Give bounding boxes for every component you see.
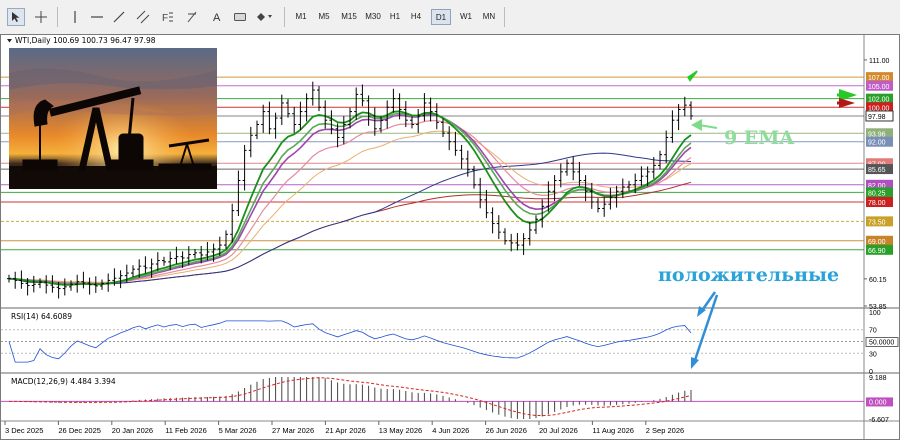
time-tick-label: 21 Apr 2026 (325, 426, 365, 435)
level-price-label: 73.50 (868, 219, 886, 226)
shapes-dropdown-icon[interactable] (254, 8, 278, 26)
macd-tick-label: 9.188 (869, 375, 887, 382)
time-tick-label: 20 Jan 2026 (112, 426, 153, 435)
equidistant-channel-icon[interactable] (134, 8, 152, 26)
level-price-label: 92.00 (868, 140, 886, 147)
chart-window[interactable]: WTI,Daily 100.69 100.73 96.47 97.98 107.… (0, 34, 900, 440)
text-icon[interactable]: A (208, 8, 226, 26)
time-tick-label: 26 Jun 2026 (486, 426, 527, 435)
timeframe-m1[interactable]: M1 (292, 9, 310, 25)
level-price-label: 105.00 (868, 84, 890, 91)
toolbar-separator (57, 7, 58, 27)
chart-title: WTI,Daily 100.69 100.73 96.47 97.98 (15, 36, 156, 45)
timeframe-m30[interactable]: M30 (362, 9, 384, 25)
time-tick-label: 2 Sep 2026 (646, 426, 684, 435)
price-tick-label: 60.15 (869, 277, 887, 284)
timeframe-h4[interactable]: H4 (407, 9, 425, 25)
level-price-label: 78.00 (868, 200, 886, 207)
level-price-label: 80.25 (868, 190, 886, 197)
macd-tick-label: -6.607 (869, 417, 889, 424)
toolbar-separator (504, 7, 505, 27)
drawing-toolbar: F A M1 M5 M15 M30 H1 H4 D1 W1 MN (0, 0, 900, 35)
rsi-label: RSI(14) 64.6089 (11, 312, 72, 321)
time-tick-label: 26 Dec 2025 (58, 426, 101, 435)
svg-text:F: F (162, 13, 168, 24)
timeframe-w1[interactable]: W1 (456, 9, 476, 25)
sma-red-line (8, 181, 692, 285)
label-rect-icon[interactable] (231, 8, 249, 26)
price-tick-label: 111.00 (869, 58, 889, 65)
ema-annotation-label: 9 EMA (724, 127, 794, 149)
price-axis: 107.00105.00102.00100.0097.9893.9692.008… (864, 58, 894, 311)
svg-text:A: A (213, 12, 221, 23)
level-price-label: 85.65 (868, 167, 886, 174)
time-tick-label: 27 Mar 2026 (272, 426, 314, 435)
time-tick-label: 11 Feb 2026 (165, 426, 207, 435)
timeframe-d1[interactable]: D1 (431, 9, 451, 25)
timeframe-m5[interactable]: M5 (314, 9, 334, 25)
timeframe-m15[interactable]: M15 (338, 9, 360, 25)
time-tick-label: 5 Mar 2026 (219, 426, 257, 435)
fibonacci-icon[interactable]: F (158, 8, 176, 26)
time-tick-label: 13 May 2026 (379, 426, 422, 435)
macd-tick-label: 0.000 (869, 399, 887, 406)
time-tick-label: 11 Aug 2026 (592, 426, 634, 435)
chart-menu-arrow-icon[interactable] (7, 39, 12, 43)
time-tick-label: 4 Jun 2026 (432, 426, 469, 435)
time-axis: 3 Dec 2025 26 Dec 2025 20 Jan 2026 11 Feb 2… (4, 421, 684, 435)
vertical-line-icon[interactable] (66, 8, 84, 26)
rsi-tick-label: 70 (869, 328, 877, 335)
level-price-label: 97.98 (868, 114, 886, 121)
positive-annotation-label: положительные (658, 264, 839, 286)
rsi-tick-label: 100 (869, 310, 881, 317)
rsi-tick-label: 50.0000 (869, 340, 894, 347)
timeframe-mn[interactable]: MN (479, 9, 499, 25)
oil-pump-photo (9, 48, 217, 189)
macd-label: MACD(12,26,9) 4.484 3.394 (11, 377, 116, 386)
rsi-pane: RSI(14) 64.6089 1007050.0000300 (1, 310, 899, 376)
timeframe-h1[interactable]: H1 (386, 9, 404, 25)
text-label-icon[interactable] (183, 8, 201, 26)
level-price-label: 69.00 (868, 239, 886, 246)
terminal-window: F A M1 M5 M15 M30 H1 H4 D1 W1 MN WTI,Dai… (0, 0, 900, 440)
blue-arrow-icon (691, 357, 699, 369)
time-tick-label: 20 Jul 2026 (539, 426, 578, 435)
time-tick-label: 3 Dec 2025 (5, 426, 43, 435)
crosshair-icon[interactable] (32, 8, 50, 26)
cursor-arrow-icon[interactable] (7, 8, 25, 26)
macd-pane: MACD(12,26,9) 4.484 3.394 9.188 0.000 -6.60… (1, 375, 893, 424)
level-price-label: 66.90 (868, 248, 886, 255)
horizontal-line-icon[interactable] (88, 8, 106, 26)
trend-line-icon[interactable] (110, 8, 128, 26)
toolbar-separator (284, 7, 285, 27)
rsi-tick-label: 30 (869, 351, 877, 358)
